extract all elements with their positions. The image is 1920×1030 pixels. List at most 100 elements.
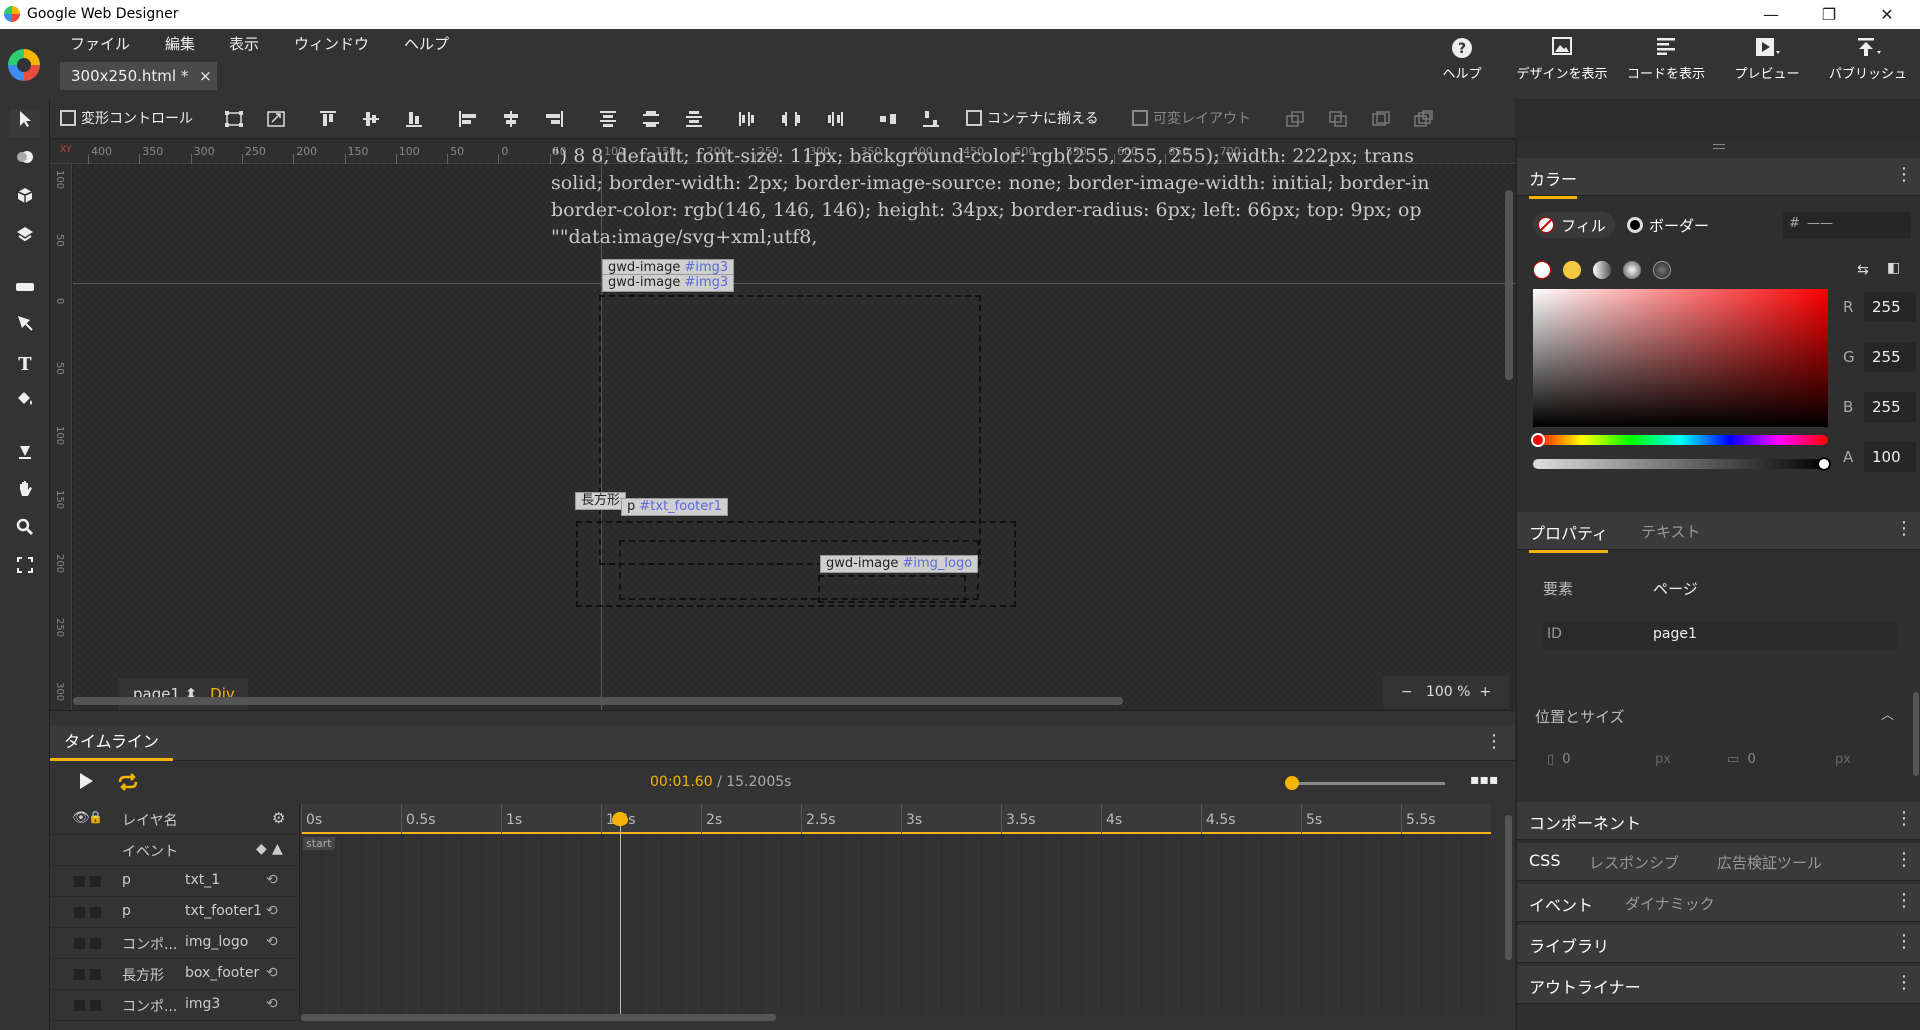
lock-toggle[interactable] xyxy=(90,969,101,980)
alpha-knob[interactable] xyxy=(1817,457,1831,471)
timeline-vertical-scrollbar[interactable] xyxy=(1505,815,1512,960)
ungroup-icon[interactable] xyxy=(1414,110,1434,128)
distribute-center-icon[interactable] xyxy=(781,110,801,128)
fill-tool-icon[interactable] xyxy=(10,441,40,469)
layer-row[interactable]: p txt_1 ⟲ xyxy=(50,866,300,897)
visibility-toggle[interactable] xyxy=(74,1000,85,1011)
timeline-grid[interactable]: 0s0.5s1s1.5s2s2.5s3s3.5s4s4.5s5s5.5s sta… xyxy=(301,804,1491,1014)
tab-css[interactable]: CSS xyxy=(1529,851,1560,870)
visibility-toggle[interactable] xyxy=(74,876,85,887)
outliner-title[interactable]: アウトライナー xyxy=(1529,974,1641,998)
default-colors-icon[interactable]: ◧ xyxy=(1887,260,1900,276)
bring-forward-icon[interactable] xyxy=(1285,110,1305,128)
swatch-linear-gradient-icon[interactable] xyxy=(1593,261,1611,279)
tab-dynamic[interactable]: ダイナミック xyxy=(1625,893,1715,914)
distribute-top-icon[interactable] xyxy=(598,110,618,128)
lock-icon[interactable]: 🔒 xyxy=(88,810,103,824)
close-window-button[interactable]: ✕ xyxy=(1860,0,1914,29)
layer-link-icon[interactable]: ⟲ xyxy=(266,996,278,1012)
label-img-logo[interactable]: gwd-image #img_logo xyxy=(820,555,979,573)
timeline-zoom-slider[interactable] xyxy=(1285,776,1445,790)
layer-link-icon[interactable]: ⟲ xyxy=(266,934,278,950)
menu-edit[interactable]: 編集 xyxy=(165,33,195,54)
zoom-in-button[interactable]: + xyxy=(1479,684,1491,700)
tab-properties[interactable]: プロパティ xyxy=(1529,520,1609,553)
layer-row[interactable]: コンポ... img_logo ⟲ xyxy=(50,928,300,959)
bounding-box-icon[interactable] xyxy=(224,110,244,128)
layer-row[interactable]: 長方形 box_footer ⟲ xyxy=(50,959,300,990)
hue-knob[interactable] xyxy=(1531,433,1545,447)
lock-toggle[interactable] xyxy=(90,1000,101,1011)
swatch-solid-icon[interactable] xyxy=(1563,261,1581,279)
canvas-vertical-scrollbar[interactable] xyxy=(1505,190,1513,380)
distribute-left-icon[interactable] xyxy=(738,110,758,128)
g-input[interactable]: 255 xyxy=(1864,342,1916,372)
event-add-icon[interactable]: ▲ xyxy=(272,841,283,857)
library-title[interactable]: ライブラリ xyxy=(1529,933,1609,957)
label-img3-duplicate[interactable]: gwd-image #img3 xyxy=(602,274,735,292)
alpha-slider[interactable] xyxy=(1533,457,1831,471)
text-tool-icon[interactable]: T xyxy=(10,351,40,379)
hue-slider[interactable] xyxy=(1531,433,1828,447)
transform-control-checkbox[interactable]: 変形コントロール xyxy=(60,107,193,131)
fit-view-tool-icon[interactable] xyxy=(10,555,40,583)
3d-translate-tool-icon[interactable] xyxy=(10,223,40,251)
design-view-button[interactable]: デザインを表示 xyxy=(1510,29,1614,99)
group-icon[interactable] xyxy=(1371,110,1391,128)
swatch-pattern-icon[interactable] xyxy=(1653,261,1671,279)
img-logo-bounds[interactable] xyxy=(818,575,966,603)
color-menu-icon[interactable]: ⋮ xyxy=(1895,164,1913,185)
tab-text[interactable]: テキスト xyxy=(1641,521,1701,542)
timeline-menu-icon[interactable]: ⋮ xyxy=(1485,731,1503,752)
hand-tool-icon[interactable] xyxy=(10,479,40,507)
menu-window[interactable]: ウィンドウ xyxy=(294,33,369,54)
label-rect[interactable]: 長方形 xyxy=(575,492,627,510)
hex-input[interactable]: # —— xyxy=(1783,212,1911,238)
tab-timeline[interactable]: タイムライン xyxy=(50,725,173,761)
responsive-layout-checkbox[interactable]: 可変レイアウト xyxy=(1132,107,1251,131)
visibility-toggle[interactable] xyxy=(74,907,85,918)
components-menu-icon[interactable]: ⋮ xyxy=(1895,808,1913,829)
distribute-right-icon[interactable] xyxy=(824,110,844,128)
layer-row[interactable]: p txt_footer1 ⟲ xyxy=(50,897,300,928)
keyframe-icon[interactable]: ◆ xyxy=(256,841,267,857)
border-toggle[interactable]: ボーダー xyxy=(1627,212,1737,238)
label-txt-footer[interactable]: p #txt_footer1 xyxy=(621,498,728,516)
layer-row[interactable]: コンポ... img3 ⟲ xyxy=(50,990,300,1021)
timeline-ruler[interactable]: 0s0.5s1s1.5s2s2.5s3s3.5s4s4.5s5s5.5s xyxy=(301,804,1491,834)
components-title[interactable]: コンポーネント xyxy=(1529,810,1641,834)
gear-icon[interactable]: ⚙ xyxy=(272,809,285,827)
tab-ad-validator[interactable]: 広告検証ツール xyxy=(1717,852,1822,873)
help-button[interactable]: ? ヘルプ xyxy=(1432,29,1492,99)
start-event-marker[interactable]: start xyxy=(303,837,335,850)
align-right-icon[interactable] xyxy=(544,110,564,128)
y-field[interactable]: ▭ 0 px xyxy=(1727,752,1887,778)
tag-tool-icon[interactable] xyxy=(10,275,40,303)
a-input[interactable]: 100 xyxy=(1864,442,1916,472)
menu-view[interactable]: 表示 xyxy=(229,33,259,54)
play-icon[interactable] xyxy=(78,772,94,794)
lock-toggle[interactable] xyxy=(90,876,101,887)
visibility-toggle[interactable] xyxy=(74,938,85,949)
distribute-middle-icon[interactable] xyxy=(641,110,661,128)
swap-colors-icon[interactable]: ⇆ xyxy=(1857,262,1869,278)
layer-link-icon[interactable]: ⟲ xyxy=(266,903,278,919)
code-view-button[interactable]: コードを表示 xyxy=(1622,29,1710,99)
file-tab[interactable]: 300x250.html * × xyxy=(60,62,217,90)
align-left-icon[interactable] xyxy=(458,110,478,128)
panel-drag-handle[interactable] xyxy=(1713,144,1725,149)
layer-link-icon[interactable]: ⟲ xyxy=(266,872,278,888)
library-menu-icon[interactable]: ⋮ xyxy=(1895,931,1913,952)
loop-icon[interactable] xyxy=(116,773,140,795)
align-bottom-icon[interactable] xyxy=(404,110,424,128)
minimize-button[interactable]: — xyxy=(1744,0,1798,29)
fill-toggle[interactable]: フィル xyxy=(1533,212,1615,238)
page-breadcrumb[interactable]: page1 ⬍ Div xyxy=(118,678,248,710)
align-middle-icon[interactable] xyxy=(361,110,381,128)
maximize-button[interactable]: ❐ xyxy=(1802,0,1856,29)
scale-icon[interactable] xyxy=(266,110,286,128)
outliner-menu-icon[interactable]: ⋮ xyxy=(1895,972,1913,993)
events-panel-header[interactable]: イベント ダイナミック ⋮ xyxy=(1517,884,1920,922)
library-panel-header[interactable]: ライブラリ ⋮ xyxy=(1517,925,1920,963)
x-field[interactable]: ▯ 0 px xyxy=(1547,752,1707,778)
